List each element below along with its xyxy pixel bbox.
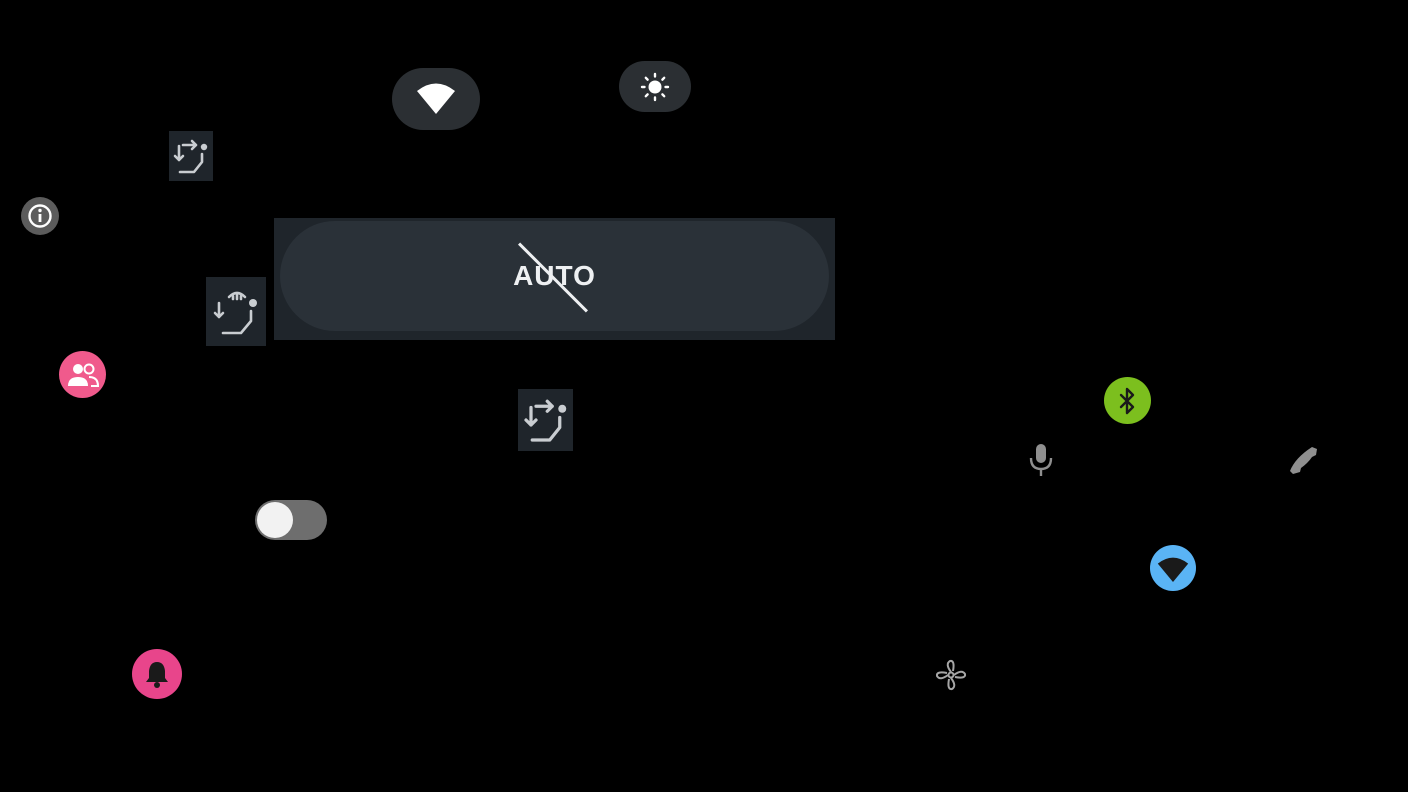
wifi-icon xyxy=(1157,557,1189,582)
seat-airflow-icon xyxy=(523,399,566,442)
seat-airflow-icon xyxy=(173,139,208,174)
wifi-icon xyxy=(417,83,455,114)
people-icon xyxy=(67,363,99,387)
notifications-button[interactable] xyxy=(132,649,182,699)
brightness-button[interactable] xyxy=(619,61,691,112)
profiles-button[interactable] xyxy=(59,351,106,398)
seat-heat-icon xyxy=(213,291,257,334)
seat-airflow-button[interactable] xyxy=(169,131,213,181)
auto-climate-button[interactable]: AUTO xyxy=(280,221,829,331)
brightness-icon xyxy=(640,72,670,101)
mic-icon xyxy=(1029,444,1053,476)
seat-heat-button[interactable] xyxy=(206,277,266,346)
phone-icon xyxy=(1290,447,1317,474)
fan-button[interactable] xyxy=(931,655,971,695)
bell-icon xyxy=(146,662,168,688)
toggle-switch[interactable] xyxy=(255,500,327,540)
wifi-toggle-button[interactable] xyxy=(392,68,480,130)
info-icon xyxy=(28,204,52,228)
bluetooth-button[interactable] xyxy=(1104,377,1151,424)
phone-button[interactable] xyxy=(1284,440,1322,480)
info-button[interactable] xyxy=(21,197,59,235)
wifi-status-button[interactable] xyxy=(1150,545,1196,591)
fan-icon xyxy=(935,659,967,691)
auto-climate-panel: AUTO xyxy=(274,218,835,340)
voice-button[interactable] xyxy=(1022,440,1060,480)
auto-label: AUTO xyxy=(513,242,596,313)
toggle-knob xyxy=(257,502,293,538)
seat-airflow-button-2[interactable] xyxy=(518,389,573,451)
bluetooth-icon xyxy=(1119,387,1134,414)
